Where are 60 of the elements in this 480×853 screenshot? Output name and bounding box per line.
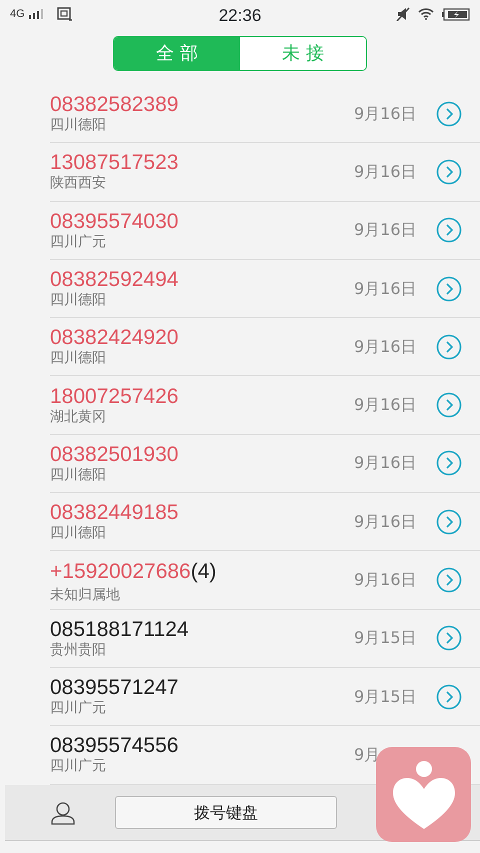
wifi-icon xyxy=(418,8,434,20)
caller-location: 未知归属地 xyxy=(50,587,121,604)
details-icon[interactable] xyxy=(436,158,462,185)
dialpad-button[interactable]: 拨号键盘 xyxy=(115,796,337,829)
signal-icon xyxy=(28,9,45,19)
sim-icon xyxy=(56,7,72,21)
call-date: 9月16日 xyxy=(354,394,416,416)
caller-location: 湖北黄冈 xyxy=(50,408,107,426)
details-icon[interactable] xyxy=(436,334,462,360)
phone-number: 08395574030 xyxy=(50,210,178,234)
details-icon[interactable] xyxy=(436,217,462,244)
phone-number: +15920027686 xyxy=(50,560,191,584)
phone-number: 085188171124 xyxy=(50,618,189,642)
details-icon[interactable] xyxy=(436,625,462,652)
details-icon[interactable] xyxy=(436,100,462,127)
caller-location: 四川德阳 xyxy=(50,117,107,134)
details-icon[interactable] xyxy=(436,392,462,418)
caller-location: 四川德阳 xyxy=(50,525,107,542)
caller-location: 四川德阳 xyxy=(50,350,107,368)
caller-location: 陕西西安 xyxy=(50,175,107,192)
phone-number: 08395571247 xyxy=(50,676,178,700)
call-date: 9月16日 xyxy=(354,452,416,474)
call-count: (4) xyxy=(190,558,216,585)
call-date: 9月16日 xyxy=(354,336,416,358)
caller-location: 四川德阳 xyxy=(50,466,107,484)
call-date: 9月16日 xyxy=(354,569,416,592)
phone-number: 08395574556 xyxy=(50,734,178,758)
call-date: 9月16日 xyxy=(354,278,416,300)
phone-number: 08382592494 xyxy=(50,268,178,292)
call-date: 9月16日 xyxy=(354,219,416,242)
details-icon[interactable] xyxy=(436,276,462,302)
phone-number: 13087517523 xyxy=(50,151,178,175)
filter-tab[interactable]: 未 接 xyxy=(240,37,366,70)
caller-location: 四川广元 xyxy=(50,700,107,718)
heart-app-icon[interactable] xyxy=(376,747,471,842)
phone-number: 18007257426 xyxy=(50,384,178,409)
details-icon[interactable] xyxy=(436,684,462,710)
call-date: 9月15日 xyxy=(354,627,416,650)
call-date: 9月 xyxy=(354,744,382,766)
call-date: 9月15日 xyxy=(354,686,416,708)
call-date: 9月16日 xyxy=(354,102,416,125)
mute-icon xyxy=(396,7,410,21)
phone-number: 08382582389 xyxy=(50,93,178,118)
details-icon[interactable] xyxy=(436,567,462,594)
details-icon[interactable] xyxy=(436,450,462,476)
phone-number: 08382424920 xyxy=(50,326,178,350)
caller-location: 贵州贵阳 xyxy=(50,642,107,659)
phone-number: 08382449185 xyxy=(50,501,178,526)
caller-location: 四川广元 xyxy=(50,758,107,776)
network-type: 4G xyxy=(10,6,25,22)
filter-tab[interactable]: 全 部 xyxy=(114,37,240,70)
caller-location: 四川广元 xyxy=(50,234,107,251)
details-icon[interactable] xyxy=(436,508,462,535)
call-date: 9月16日 xyxy=(354,160,416,183)
contact-icon[interactable] xyxy=(51,800,75,824)
battery-icon xyxy=(442,8,470,20)
call-date: 9月16日 xyxy=(354,510,416,533)
caller-location: 四川德阳 xyxy=(50,292,107,310)
clock-time: 22:36 xyxy=(218,5,262,27)
phone-number: 08382501930 xyxy=(50,442,178,467)
